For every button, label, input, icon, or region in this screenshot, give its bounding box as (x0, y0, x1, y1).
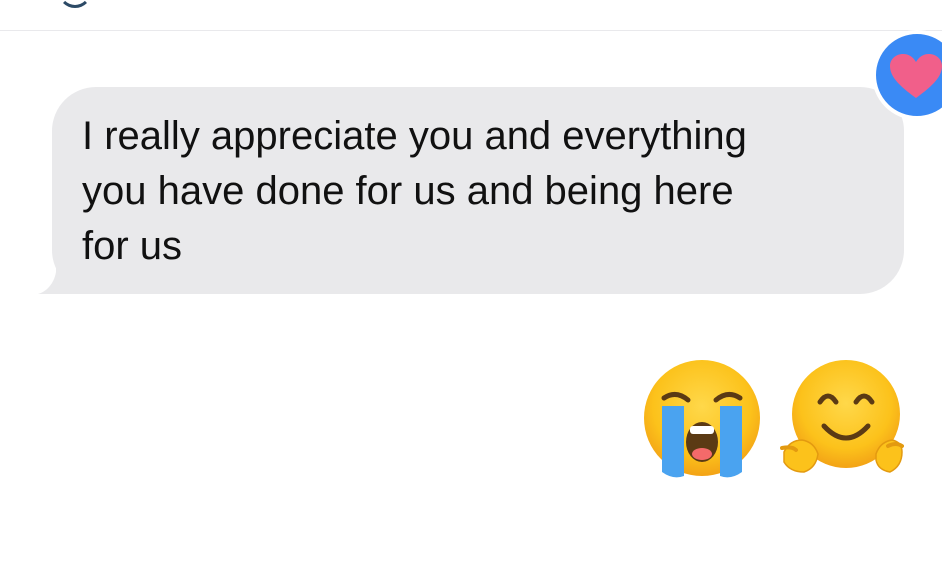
messages-screen: I really appreciate you and everything y… (0, 0, 942, 569)
message-bubble[interactable]: I really appreciate you and everything y… (52, 87, 904, 294)
loudly-crying-face-icon[interactable] (640, 356, 764, 480)
contact-avatar[interactable] (58, 0, 92, 8)
heart-icon (890, 54, 942, 98)
incoming-message[interactable]: I really appreciate you and everything y… (38, 87, 904, 294)
conversation-header (0, 0, 942, 31)
hugging-face-icon[interactable] (780, 356, 904, 480)
message-text: I really appreciate you and everything y… (82, 114, 747, 268)
